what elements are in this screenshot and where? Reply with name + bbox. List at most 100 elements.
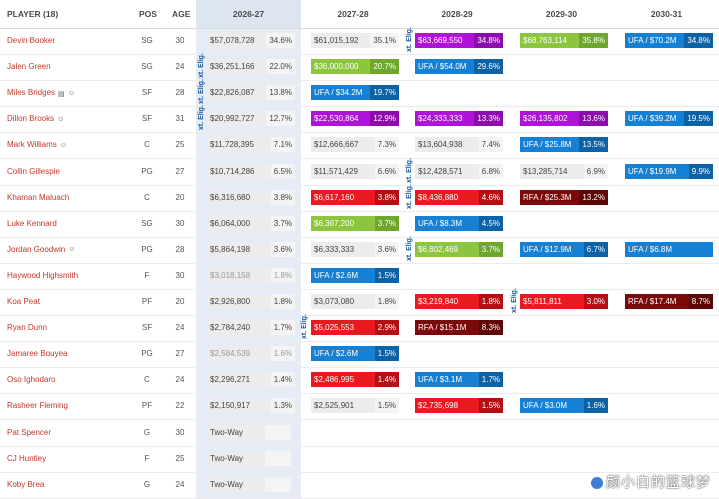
salary-cell-2026-27[interactable]: $5,864,198 3.6% [207, 241, 295, 257]
salary-cell-2026-27[interactable]: $6,316,680 3.8% [207, 189, 295, 205]
player-name-link[interactable]: Oso Ighodaro [7, 375, 55, 384]
player-name-link[interactable]: Koa Peat [7, 297, 40, 306]
salary-cell-2029-30[interactable]: RFA / $25.3M 13.2% [520, 189, 608, 205]
salary-cell-2028-29[interactable]: UFA / $8.3M 4.5% [415, 215, 503, 231]
salary-cell-2030-31[interactable]: UFA / $19.9M 9.9% [625, 163, 713, 179]
player-name-link[interactable]: Collin Gillespie [7, 167, 60, 176]
salary-cell-2026-27[interactable]: Two-Way [207, 476, 291, 492]
salary-cell-2028-29[interactable]: UFA / $54.0M 29.6% [415, 59, 503, 75]
player-name-link[interactable]: Dillon Brooks ☺ [7, 114, 64, 123]
salary-cell-2029-30[interactable]: $5,811,811 3.0% [520, 294, 608, 309]
salary-cell-2027-28[interactable]: $3,073,080 1.8% [311, 294, 399, 309]
salary-cell-2027-28[interactable]: $61,015,192 35.1% [311, 33, 399, 48]
player-name-link[interactable]: Jalen Green [7, 62, 51, 71]
salary-cell-2027-28[interactable]: $11,571,429 6.6% [311, 163, 399, 179]
season-header-4[interactable]: 2030-31 [614, 9, 719, 19]
salary-cell-2028-29[interactable]: $13,604,938 7.4% [415, 137, 503, 153]
salary-cell-2027-28[interactable]: $36,000,000 20.7% [311, 59, 399, 75]
salary-cell-2026-27[interactable]: $22,826,087 13.8% [207, 85, 295, 101]
salary-cell-2030-31[interactable]: UFA / $70.2M 34.8% [625, 33, 713, 48]
player-name-link[interactable]: Mark Williams ☺ [7, 140, 67, 149]
salary-cell-2028-29[interactable]: $24,333,333 13.3% [415, 111, 503, 127]
extension-eligible-label: xt. Elig. [406, 183, 413, 209]
salary-cell-2029-30[interactable]: $68,763,114 35.8% [520, 33, 608, 48]
salary-cell-2026-27[interactable]: $11,728,395 7.1% [207, 137, 295, 153]
salary-cell-2027-28[interactable]: UFA / $2.6M 1.5% [311, 346, 399, 362]
salary-cell-2027-28[interactable]: $6,333,333 3.6% [311, 241, 399, 257]
salary-cell-2029-30[interactable]: UFA / $3.0M 1.6% [520, 398, 608, 414]
season-header-1[interactable]: 2027-28 [301, 9, 405, 19]
salary-cell-2026-27[interactable]: $2,784,240 1.7% [207, 320, 295, 336]
salary-cell-2026-27[interactable]: $57,078,728 34.6% [207, 33, 295, 48]
season-header-0[interactable]: 2026-27 [196, 9, 301, 19]
salary-cell-2030-31[interactable]: RFA / $17.4M 8.7% [625, 294, 713, 309]
player-name-link[interactable]: Devin Booker [7, 36, 55, 45]
salary-cell-2027-28[interactable]: $2,486,995 1.4% [311, 372, 399, 388]
cap-percentage: 12.9% [370, 111, 399, 127]
salary-cell-2026-27[interactable]: $36,251,166 22.0% [207, 59, 295, 75]
salary-cell-2026-27[interactable]: $20,992,727 12.7% [207, 111, 295, 127]
salary-amount: $5,864,198 [210, 244, 251, 254]
salary-cell-2027-28[interactable]: $6,617,160 3.8% [311, 189, 399, 205]
player-name-link[interactable]: Koby Brea [7, 480, 44, 489]
pos-column-header[interactable]: POS [139, 9, 157, 19]
salary-cell-2027-28[interactable]: $22,530,864 12.9% [311, 111, 399, 127]
salary-cell-2026-27[interactable]: Two-Way [207, 450, 291, 466]
player-name-link[interactable]: Rasheer Fleming [7, 401, 68, 410]
salary-cell-2030-31[interactable]: UFA / $6.8M [625, 241, 713, 257]
salary-cell-2027-28[interactable]: $2,525,901 1.5% [311, 398, 399, 414]
player-name-link[interactable]: Jamaree Bouyea [7, 349, 67, 358]
salary-cell-2026-27[interactable]: Two-Way [207, 424, 291, 440]
player-name-link[interactable]: Pat Spencer [7, 428, 51, 437]
person-icon[interactable]: ☺ [60, 142, 67, 149]
salary-cell-2028-29[interactable]: $63,669,550 34.8% [415, 33, 503, 48]
salary-cell-2029-30[interactable]: UFA / $12.9M 6.7% [520, 241, 608, 257]
player-name-link[interactable]: CJ Huntley [7, 454, 46, 463]
salary-cell-2026-27[interactable]: $3,018,158 1.8% [207, 267, 295, 283]
salary-cell-2026-27[interactable]: $2,296,271 1.4% [207, 372, 295, 388]
salary-cell-2029-30[interactable]: $26,135,802 13.6% [520, 111, 608, 127]
salary-cell-2027-28[interactable]: UFA / $34.2M 19.7% [311, 85, 399, 101]
salary-cell-2027-28[interactable]: UFA / $2.6M 1.5% [311, 267, 399, 283]
salary-cell-2026-27[interactable]: $2,584,539 1.6% [207, 346, 295, 362]
salary-cell-2028-29[interactable]: $3,219,840 1.8% [415, 294, 503, 309]
salary-cell-2028-29[interactable]: $2,735,698 1.5% [415, 398, 503, 414]
salary-cell-2028-29[interactable]: UFA / $3.1M 1.7% [415, 372, 503, 388]
salary-amount: $2,926,800 [210, 297, 251, 306]
person-icon[interactable]: ☺ [57, 116, 64, 123]
salary-cell-2026-27[interactable]: $10,714,286 6.5% [207, 163, 295, 179]
player-column-header[interactable]: PLAYER (18) [7, 9, 58, 19]
person-icon[interactable]: ☺ [68, 246, 75, 253]
salary-amount: $5,811,811 [523, 297, 562, 306]
player-name-link[interactable]: Ryan Dunn [7, 323, 47, 332]
salary-cell-2027-28[interactable]: $12,666,667 7.3% [311, 137, 399, 153]
salary-cell-2026-27[interactable]: $2,926,800 1.8% [207, 294, 295, 309]
salary-cell-2026-27[interactable]: $6,064,000 3.7% [207, 215, 295, 231]
player-name-link[interactable]: Haywood Highsmith [7, 271, 78, 280]
salary-cell-2027-28[interactable]: $6,367,200 3.7% [311, 215, 399, 231]
salary-cell-2030-31[interactable]: UFA / $39.2M 19.5% [625, 111, 713, 127]
season-header-3[interactable]: 2029-30 [509, 9, 614, 19]
salary-cell-2029-30[interactable]: $13,285,714 6.9% [520, 163, 608, 179]
player-name-link[interactable]: Jordan Goodwin ☺ [7, 245, 75, 254]
person-icon[interactable]: ☺ [68, 90, 75, 97]
player-name-link[interactable]: Miles Bridges ▤ ☺ [7, 88, 75, 97]
player-name-link[interactable]: Luke Kennard [7, 219, 57, 228]
cap-percentage: 34.8% [684, 33, 713, 48]
salary-amount: $2,486,995 [314, 375, 355, 385]
doc-icon[interactable]: ▤ [58, 90, 65, 98]
season-header-2[interactable]: 2028-29 [405, 9, 509, 19]
player-position: SG [141, 36, 153, 45]
salary-cell-2028-29[interactable]: $8,436,880 4.6% [415, 189, 503, 205]
salary-cell-2028-29[interactable]: $6,802,469 3.7% [415, 241, 503, 257]
player-name-link[interactable]: Khaman Maluach [7, 193, 69, 202]
salary-cell-2028-29[interactable]: $12,428,571 6.8% [415, 163, 503, 179]
cap-percentage: 7.1% [270, 137, 295, 153]
table-row: Miles Bridges ▤ ☺ SF 28 $22,826,087 13.8% UFA /… [0, 80, 719, 108]
salary-cell-2027-28[interactable]: $5,025,553 2.9% [311, 320, 399, 336]
cap-percentage: 1.7% [478, 372, 503, 388]
salary-cell-2028-29[interactable]: RFA / $15.1M 8.3% [415, 320, 503, 336]
age-column-header[interactable]: AGE [172, 9, 190, 19]
salary-cell-2029-30[interactable]: UFA / $25.8M 13.5% [520, 137, 608, 153]
salary-cell-2026-27[interactable]: $2,150,917 1.3% [207, 398, 295, 414]
